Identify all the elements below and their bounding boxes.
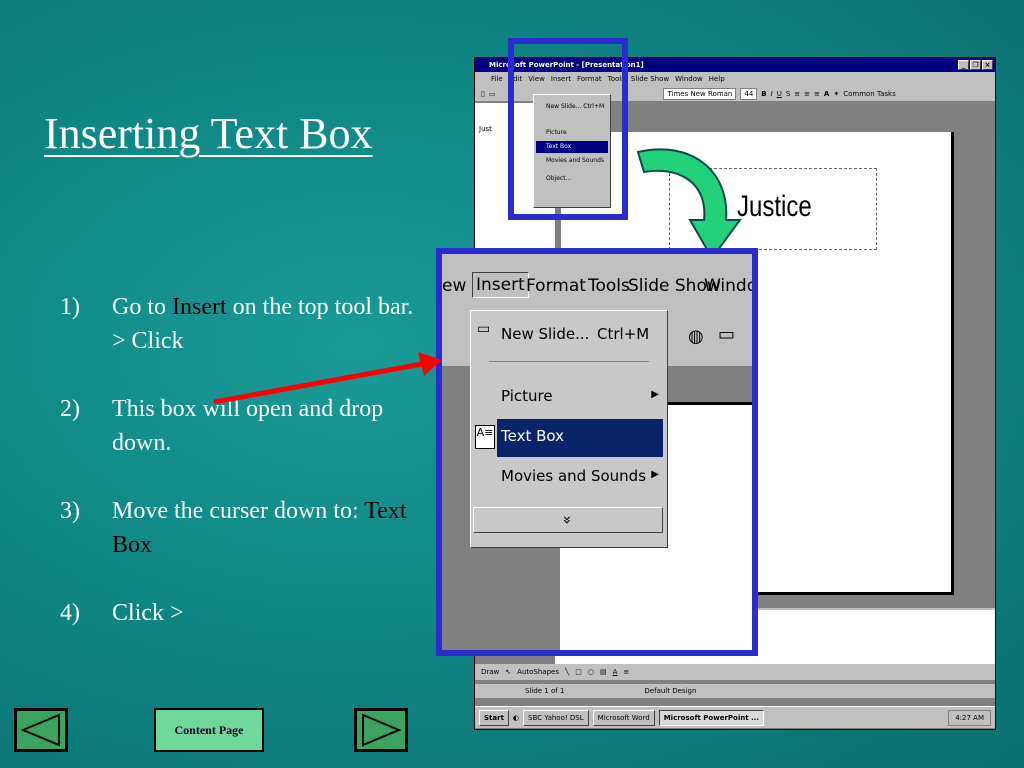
windows-taskbar: Start ◐ SBC Yahoo! DSL Microsoft Word Mi… bbox=[475, 706, 995, 728]
steps-list: 1) Go to Insert on the top tool bar. > C… bbox=[60, 290, 420, 664]
previous-slide-button[interactable] bbox=[14, 708, 68, 752]
zoom-menu-window[interactable]: Window bbox=[704, 276, 752, 296]
highlight-insert: Insert bbox=[172, 294, 227, 320]
expand-menu-button[interactable]: » bbox=[473, 507, 663, 533]
right-triangle-icon bbox=[362, 713, 402, 747]
design-status: Default Design bbox=[644, 687, 697, 695]
new-slide-icon: ▭ bbox=[477, 321, 491, 337]
font-size-box[interactable]: 44 bbox=[740, 87, 758, 100]
open-folder-icon[interactable]: ▭ bbox=[489, 90, 496, 98]
slide-status: Slide 1 of 1 bbox=[525, 687, 565, 695]
step-number: 2) bbox=[60, 396, 80, 422]
zoom-menu-bar: ew Insert Format Tools Slide Show Window bbox=[442, 254, 752, 310]
restore-icon[interactable]: ❐ bbox=[970, 60, 981, 70]
textbox-icon[interactable]: ▤ bbox=[600, 668, 607, 676]
window-controls: _ ❐ × bbox=[958, 60, 993, 70]
minimize-icon[interactable]: _ bbox=[958, 60, 969, 70]
step-4: 4) Click > bbox=[60, 596, 420, 630]
text-box-icon: A≡ bbox=[475, 425, 495, 449]
taskbar-clock: 4:27 AM bbox=[948, 709, 991, 726]
italic-icon[interactable]: I bbox=[771, 90, 773, 98]
menu-slide-show[interactable]: Slide Show bbox=[631, 72, 669, 86]
bold-icon[interactable]: B bbox=[761, 90, 766, 98]
content-page-button[interactable]: Content Page bbox=[154, 708, 264, 752]
slide-title: Inserting Text Box bbox=[44, 109, 373, 158]
pointer-icon[interactable]: ↖ bbox=[505, 668, 511, 676]
menu-text-box[interactable]: Text Box bbox=[501, 427, 564, 445]
autoshapes-menu[interactable]: AutoShapes bbox=[517, 668, 559, 676]
align-center-icon[interactable]: ≡ bbox=[804, 90, 810, 98]
menu-new-slide[interactable]: New Slide... bbox=[501, 325, 589, 343]
submenu-arrow-icon: ▶ bbox=[651, 389, 659, 400]
zoom-menu-insert[interactable]: Insert bbox=[472, 272, 529, 298]
close-icon[interactable]: × bbox=[982, 60, 993, 70]
menu-movies-and-sounds[interactable]: Movies and Sounds bbox=[501, 467, 646, 485]
oval-icon[interactable]: ○ bbox=[588, 668, 594, 676]
draw-menu[interactable]: Draw bbox=[481, 668, 499, 676]
menu-window[interactable]: Window bbox=[675, 72, 703, 86]
task-sbc-yahoo[interactable]: SBC Yahoo! DSL bbox=[523, 709, 589, 726]
new-document-icon[interactable]: ▯ bbox=[481, 90, 485, 98]
outline-slide-text: Just bbox=[479, 125, 492, 133]
menu-separator bbox=[489, 361, 649, 362]
step-number: 4) bbox=[60, 600, 80, 626]
font-name-box[interactable]: Times New Roman bbox=[663, 87, 737, 100]
new-slide-icon[interactable]: ▭ bbox=[718, 324, 735, 345]
drawing-toolbar: Draw ↖ AutoShapes ╲ □ ○ ▤ A ≡ bbox=[475, 664, 995, 680]
step-number: 1) bbox=[60, 294, 80, 320]
step-number: 3) bbox=[60, 498, 80, 524]
left-triangle-icon bbox=[20, 713, 60, 747]
menu-new-slide-shortcut: Ctrl+M bbox=[597, 325, 650, 343]
line-icon[interactable]: ╲ bbox=[565, 668, 569, 676]
next-slide-button[interactable] bbox=[354, 708, 408, 752]
task-microsoft-word[interactable]: Microsoft Word bbox=[592, 709, 655, 726]
shadow-icon[interactable]: S bbox=[786, 90, 790, 98]
line-style-icon[interactable]: ≡ bbox=[623, 668, 629, 676]
font-color-icon[interactable]: A bbox=[613, 668, 618, 676]
zoom-menu-format[interactable]: Format bbox=[526, 276, 586, 296]
menu-help[interactable]: Help bbox=[709, 72, 725, 86]
menu-picture[interactable]: Picture bbox=[501, 387, 553, 405]
status-bar: Slide 1 of 1 Default Design bbox=[475, 684, 995, 698]
insert-dropdown: ▭ New Slide... Ctrl+M Picture ▶ A≡ Text … bbox=[470, 310, 668, 548]
step-3: 3) Move the curser down to: Text Box bbox=[60, 494, 420, 562]
zoom-menu-tools[interactable]: Tools bbox=[588, 276, 630, 296]
start-button[interactable]: Start bbox=[479, 709, 509, 726]
globe-icon[interactable]: ◍ bbox=[688, 326, 704, 347]
step-1: 1) Go to Insert on the top tool bar. > C… bbox=[60, 290, 420, 358]
zoomed-insert-menu: ew Insert Format Tools Slide Show Window… bbox=[436, 248, 758, 656]
menu-file[interactable]: File bbox=[491, 72, 503, 86]
red-arrow bbox=[213, 352, 442, 405]
task-microsoft-powerpoint[interactable]: Microsoft PowerPoint ... bbox=[658, 709, 764, 726]
submenu-arrow-icon: ▶ bbox=[651, 469, 659, 480]
zoom-menu-view[interactable]: ew bbox=[442, 276, 466, 296]
underline-icon[interactable]: U bbox=[777, 90, 782, 98]
increase-font-icon[interactable]: A bbox=[824, 90, 829, 98]
star-icon[interactable]: ✶ bbox=[833, 90, 839, 98]
quick-launch-icon[interactable]: ◐ bbox=[513, 714, 519, 722]
chevron-down-icon: » bbox=[559, 515, 577, 525]
align-left-icon[interactable]: ≡ bbox=[794, 90, 800, 98]
align-right-icon[interactable]: ≡ bbox=[814, 90, 820, 98]
highlight-box-small bbox=[508, 38, 628, 220]
common-tasks-button[interactable]: Common Tasks bbox=[843, 90, 896, 98]
rectangle-icon[interactable]: □ bbox=[575, 668, 582, 676]
